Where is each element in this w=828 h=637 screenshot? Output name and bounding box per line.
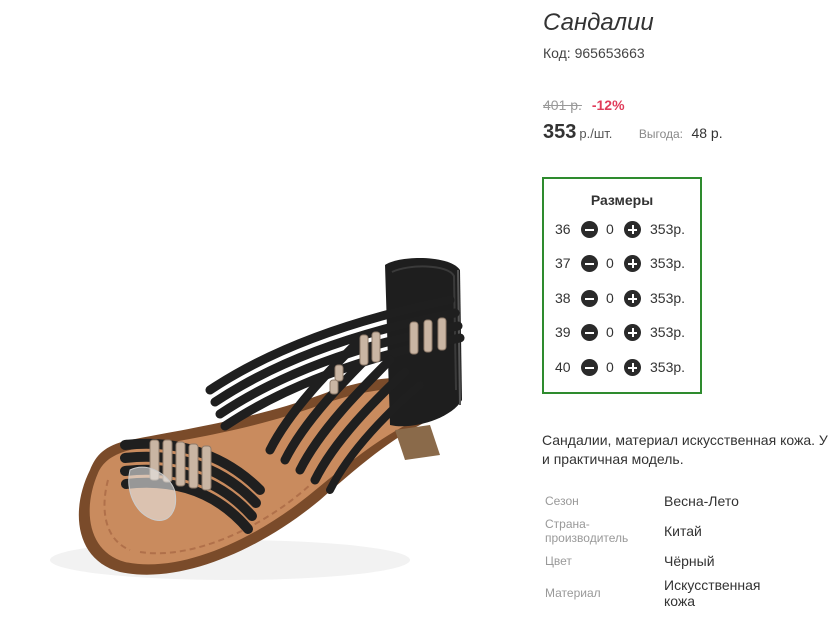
old-price-row: 401 р. -12% xyxy=(543,97,625,113)
decrease-quantity-button[interactable] xyxy=(581,255,598,272)
attr-value-season: Весна-Лето xyxy=(664,493,739,509)
increase-quantity-button[interactable] xyxy=(624,221,641,238)
attr-label-material: Материал xyxy=(545,586,601,600)
sandal-image xyxy=(50,258,465,580)
product-description: Сандалии, материал искусственная кожа. У… xyxy=(542,431,828,469)
price-row: 353 р./шт. Выгода: 48 р. xyxy=(543,121,723,144)
attr-label-color: Цвет xyxy=(545,554,572,568)
attr-label-season: Сезон xyxy=(545,494,579,508)
size-row: 38 0 353р. xyxy=(544,289,700,309)
sizes-panel: Размеры 36 0 353р. 37 0 353р. 38 0 353р.… xyxy=(542,177,702,394)
attr-label-country-line2: производитель xyxy=(545,531,629,545)
quantity-value: 0 xyxy=(606,221,614,237)
product-title: Сандалии xyxy=(543,9,654,36)
attr-value-color: Чёрный xyxy=(664,553,715,569)
size-label: 36 xyxy=(555,221,571,237)
quantity-value: 0 xyxy=(606,359,614,375)
saving-value: 48 р. xyxy=(691,125,723,141)
attr-label-country-line1: Страна- xyxy=(545,517,590,531)
increase-quantity-button[interactable] xyxy=(624,359,641,376)
decrease-quantity-button[interactable] xyxy=(581,324,598,341)
description-line: Сандалии, материал искусственная кожа. У xyxy=(542,432,828,448)
quantity-value: 0 xyxy=(606,255,614,271)
size-label: 37 xyxy=(555,255,571,271)
product-sku: Код: 965653663 xyxy=(543,45,645,61)
current-price: 353 xyxy=(543,121,577,143)
size-price: 353р. xyxy=(650,290,686,306)
size-price: 353р. xyxy=(650,359,686,375)
size-row: 36 0 353р. xyxy=(544,220,700,240)
size-label: 39 xyxy=(555,324,571,340)
description-line: и практичная модель. xyxy=(542,451,684,467)
increase-quantity-button[interactable] xyxy=(624,290,641,307)
decrease-quantity-button[interactable] xyxy=(581,221,598,238)
discount-badge: -12% xyxy=(591,97,625,113)
attr-value-country: Китай xyxy=(664,523,702,539)
quantity-value: 0 xyxy=(606,290,614,306)
price-unit: р./шт. xyxy=(579,126,613,141)
decrease-quantity-button[interactable] xyxy=(581,290,598,307)
size-label: 40 xyxy=(555,359,571,375)
quantity-value: 0 xyxy=(606,324,614,340)
attr-value-material: Искусственная кожа xyxy=(664,577,761,609)
sizes-title: Размеры xyxy=(590,192,654,208)
size-price: 353р. xyxy=(650,255,686,271)
size-price: 353р. xyxy=(650,221,686,237)
attr-value-material-line2: кожа xyxy=(664,593,696,609)
size-price: 353р. xyxy=(650,324,686,340)
size-row: 40 0 353р. xyxy=(544,358,700,378)
decrease-quantity-button[interactable] xyxy=(581,359,598,376)
size-label: 38 xyxy=(555,290,571,306)
increase-quantity-button[interactable] xyxy=(624,324,641,341)
size-row: 39 0 353р. xyxy=(544,323,700,343)
old-price: 401 р. xyxy=(543,97,582,113)
saving-label: Выгода: xyxy=(638,127,684,141)
increase-quantity-button[interactable] xyxy=(624,255,641,272)
attr-label-country: Страна- производитель xyxy=(545,517,628,545)
size-row: 37 0 353р. xyxy=(544,254,700,274)
attr-value-material-line1: Искусственная xyxy=(664,577,761,593)
product-image[interactable] xyxy=(30,140,520,620)
